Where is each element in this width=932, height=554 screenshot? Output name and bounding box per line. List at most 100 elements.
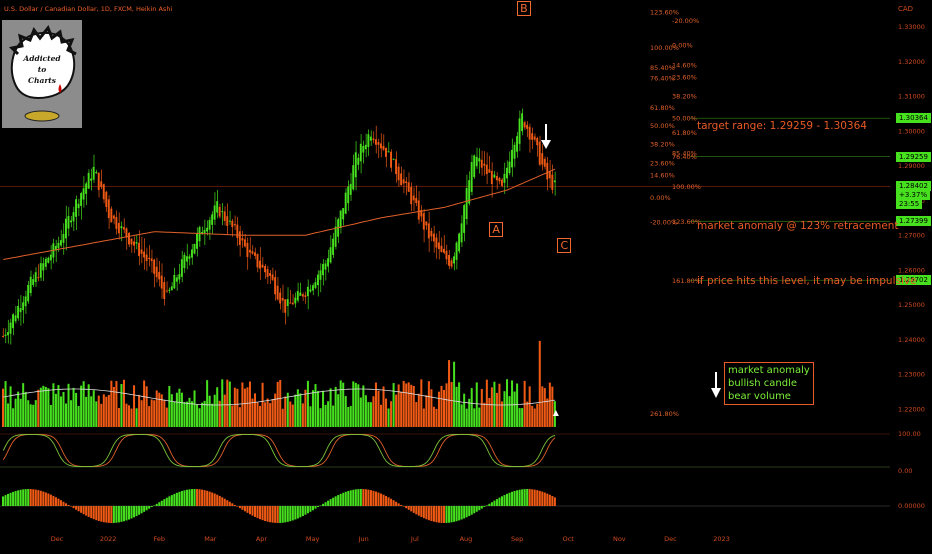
volume-bar bbox=[100, 403, 103, 427]
volume-bar bbox=[301, 403, 304, 427]
momentum-bar bbox=[339, 493, 342, 506]
candle-body bbox=[417, 200, 420, 220]
momentum-bar bbox=[95, 506, 98, 521]
volume-bar bbox=[473, 408, 476, 427]
candle-body bbox=[516, 136, 518, 152]
momentum-bar bbox=[503, 495, 506, 506]
candle-body bbox=[12, 314, 14, 329]
momentum-bar bbox=[465, 506, 468, 518]
volume-bar bbox=[372, 396, 375, 427]
stochastic-pane bbox=[2, 433, 556, 468]
candle-body bbox=[211, 214, 214, 225]
momentum-bar bbox=[82, 506, 85, 515]
fib-primary-label: 100.00% bbox=[650, 44, 679, 52]
candle-body bbox=[521, 113, 524, 132]
momentum-bar bbox=[349, 490, 352, 506]
momentum-bar bbox=[105, 506, 108, 523]
candle-body bbox=[105, 191, 108, 207]
candle-body bbox=[357, 157, 360, 165]
volume-bar bbox=[95, 401, 98, 427]
candle-body bbox=[332, 238, 335, 255]
volume-bar bbox=[145, 386, 148, 427]
candle-body bbox=[369, 136, 372, 141]
volume-bar bbox=[271, 399, 274, 427]
momentum-bar bbox=[460, 506, 463, 520]
volume-bar bbox=[59, 396, 62, 427]
candle-body bbox=[488, 169, 491, 173]
candle-body bbox=[95, 172, 98, 174]
volume-bar bbox=[196, 404, 199, 427]
momentum-bar bbox=[264, 506, 267, 521]
momentum-bar bbox=[44, 492, 47, 506]
candle-body bbox=[153, 259, 156, 274]
momentum-bar bbox=[521, 489, 524, 506]
candle-body bbox=[138, 242, 140, 257]
candle-body bbox=[495, 176, 498, 181]
volume-bar bbox=[420, 379, 423, 427]
volume-bar bbox=[443, 389, 446, 427]
volume-bar bbox=[284, 396, 287, 427]
fib-primary-label: 85.40% bbox=[650, 64, 675, 72]
candle-body bbox=[443, 248, 445, 253]
volume-bar bbox=[458, 382, 461, 427]
candle-body bbox=[410, 187, 413, 205]
horizontal-levels bbox=[0, 117, 890, 281]
volume-bar bbox=[319, 408, 322, 427]
volume-bar bbox=[261, 382, 264, 427]
momentum-bar bbox=[500, 496, 503, 506]
momentum-bar bbox=[347, 490, 350, 506]
momentum-bar bbox=[470, 506, 473, 515]
momentum-bar bbox=[213, 493, 216, 506]
momentum-bar bbox=[427, 506, 430, 521]
momentum-bar bbox=[175, 492, 178, 506]
momentum-bar bbox=[362, 489, 365, 506]
candle-body bbox=[364, 144, 367, 150]
volume-bar bbox=[233, 387, 236, 427]
candle-body bbox=[541, 153, 544, 165]
volume-bar bbox=[117, 407, 120, 427]
candle-body bbox=[145, 254, 148, 262]
volume-bar bbox=[521, 408, 524, 427]
symbol-title: U.S. Dollar / Canadian Dollar, 1D, FXCM,… bbox=[4, 5, 173, 13]
chart-canvas[interactable]: 1.330001.320001.310001.300001.290001.280… bbox=[0, 0, 932, 550]
momentum-bar bbox=[536, 490, 539, 506]
candle-body bbox=[344, 192, 347, 214]
volume-bar bbox=[369, 402, 372, 427]
volume-bar bbox=[165, 407, 168, 427]
volume-bar bbox=[110, 380, 113, 427]
momentum-bar bbox=[508, 492, 511, 506]
volume-bar bbox=[122, 379, 125, 427]
momentum-bar bbox=[138, 506, 141, 515]
candle-body bbox=[27, 284, 30, 302]
fib-level-label: 76.40% bbox=[672, 153, 697, 161]
candle-body bbox=[2, 335, 4, 337]
momentum-bar bbox=[553, 497, 556, 506]
momentum-bar bbox=[402, 506, 405, 507]
logo-line-3: Charts bbox=[28, 76, 56, 85]
momentum-bar bbox=[72, 506, 75, 509]
volume-bar bbox=[7, 403, 10, 427]
candle-body bbox=[274, 277, 277, 295]
target-range-note: target range: 1.29259 - 1.30364 bbox=[697, 120, 867, 132]
candle-body bbox=[67, 216, 70, 229]
momentum-bar bbox=[463, 506, 466, 519]
candle-body bbox=[349, 183, 352, 195]
momentum-bar bbox=[309, 506, 312, 512]
x-tick-label: Oct bbox=[563, 535, 575, 543]
volume-bar bbox=[97, 395, 100, 427]
volume-bar bbox=[112, 386, 115, 427]
momentum-bar bbox=[377, 492, 380, 506]
momentum-bar bbox=[294, 506, 297, 520]
candle-body bbox=[427, 223, 430, 239]
volume-bar bbox=[445, 383, 448, 427]
candle-body bbox=[445, 250, 448, 260]
volume-bar bbox=[148, 406, 151, 427]
candle-body bbox=[44, 258, 47, 267]
volume-bar bbox=[506, 379, 509, 427]
candle-body bbox=[34, 272, 37, 283]
candle-body bbox=[317, 274, 319, 286]
volume-bar bbox=[175, 392, 178, 427]
momentum-bar bbox=[400, 504, 403, 506]
momentum-bar bbox=[19, 489, 22, 506]
volume-bar bbox=[42, 385, 45, 427]
